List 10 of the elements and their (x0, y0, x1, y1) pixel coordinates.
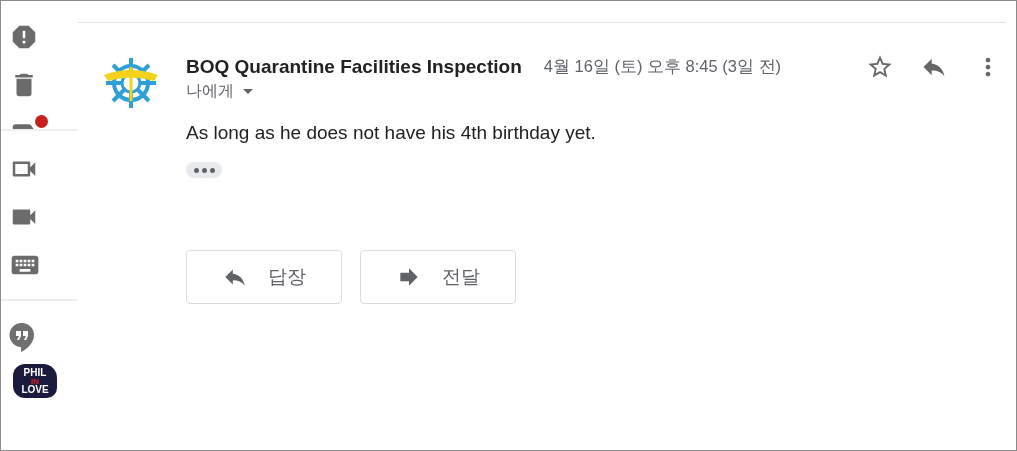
recipient-dropdown[interactable]: 나에게 (186, 81, 253, 102)
show-trimmed-button[interactable] (186, 162, 222, 178)
hangouts-icon[interactable] (9, 322, 35, 352)
caret-icon (243, 89, 253, 94)
message-date: 4월 16일 (토) 오후 8:45 (3일 전) (543, 56, 782, 77)
forward-button[interactable]: 전달 (360, 250, 516, 304)
reply-button[interactable]: 답장 (186, 250, 342, 304)
message-body: As long as he does not have his 4th birthday yet. (186, 122, 597, 144)
app-tile[interactable]: PHIL IN LOVE (13, 364, 57, 398)
sender-name: BOQ Quarantine Facilities Inspection (186, 56, 522, 78)
